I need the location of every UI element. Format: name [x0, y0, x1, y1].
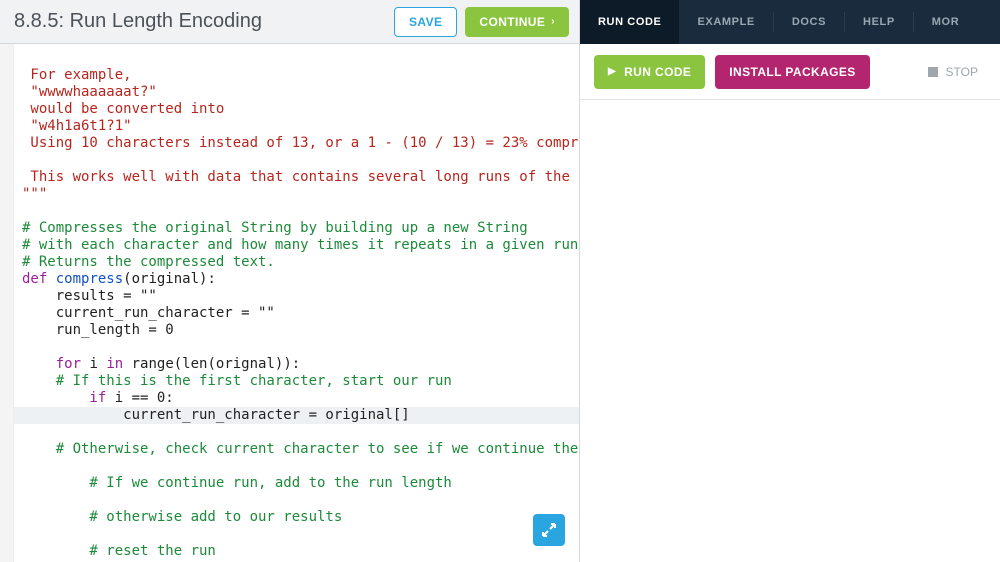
code-line: # Compresses the original String by buil… [22, 220, 528, 236]
stop-label: STOP [946, 65, 978, 79]
output-area [580, 100, 1000, 562]
code-line: "wwwwhaaaaaat?" [22, 84, 157, 100]
code-line: """ [22, 186, 47, 202]
code-line: current_run_character = "" [22, 305, 275, 321]
editor-header: 8.8.5: Run Length Encoding SAVE CONTINUE… [0, 0, 579, 44]
code-line: if i == 0: [22, 390, 174, 406]
run-toolbar: ▶ RUN CODE INSTALL PACKAGES STOP [580, 44, 1000, 100]
code-line: # Returns the compressed text. [22, 254, 275, 270]
code-line: # reset the run [22, 543, 216, 559]
output-panel: RUN CODE EXAMPLE DOCS HELP MOR ▶ RUN COD… [580, 0, 1000, 562]
code-line: # with each character and how many times… [22, 237, 579, 253]
code-line: Using 10 characters instead of 13, or a … [22, 135, 579, 151]
code-line-active: current_run_character = original[] [14, 407, 579, 424]
tab-run-code[interactable]: RUN CODE [580, 0, 679, 44]
continue-button[interactable]: CONTINUE › [465, 7, 569, 37]
expand-icon [541, 522, 557, 538]
run-code-button[interactable]: ▶ RUN CODE [594, 55, 705, 89]
code-line: def compress(original): [22, 271, 216, 287]
code-line: "w4h1a6t1?1" [22, 118, 132, 134]
tab-docs[interactable]: DOCS [774, 0, 844, 44]
tab-bar: RUN CODE EXAMPLE DOCS HELP MOR [580, 0, 1000, 44]
code-line: for i in range(len(orignal)): [22, 356, 300, 372]
code-line: # If this is the first character, start … [22, 373, 452, 389]
stop-button[interactable]: STOP [928, 65, 986, 79]
tab-example[interactable]: EXAMPLE [679, 0, 772, 44]
code-line: # otherwise add to our results [22, 509, 342, 525]
code-line: results = "" [22, 288, 157, 304]
code-line: # If we continue run, add to the run len… [22, 475, 452, 491]
code-editor[interactable]: For example, "wwwwhaaaaaat?" would be co… [0, 44, 579, 562]
tab-more[interactable]: MOR [914, 0, 977, 44]
code-line: # Otherwise, check current character to … [22, 441, 579, 457]
code-line: For example, [22, 67, 132, 83]
editor-panel: 8.8.5: Run Length Encoding SAVE CONTINUE… [0, 0, 580, 562]
play-icon: ▶ [608, 66, 616, 77]
chevron-right-icon: › [551, 16, 555, 27]
code-line: would be converted into [22, 101, 224, 117]
gutter [0, 44, 14, 562]
exercise-title: 8.8.5: Run Length Encoding [14, 10, 394, 33]
expand-button[interactable] [533, 514, 565, 546]
save-button[interactable]: SAVE [394, 7, 457, 37]
stop-icon [928, 67, 938, 77]
code-line: run_length = 0 [22, 322, 174, 338]
code-line: This works well with data that contains … [22, 169, 579, 185]
continue-label: CONTINUE [479, 15, 545, 29]
install-packages-button[interactable]: INSTALL PACKAGES [715, 55, 869, 89]
run-code-label: RUN CODE [624, 65, 691, 79]
tab-help[interactable]: HELP [845, 0, 913, 44]
code-area: For example, "wwwwhaaaaaat?" would be co… [14, 44, 579, 562]
